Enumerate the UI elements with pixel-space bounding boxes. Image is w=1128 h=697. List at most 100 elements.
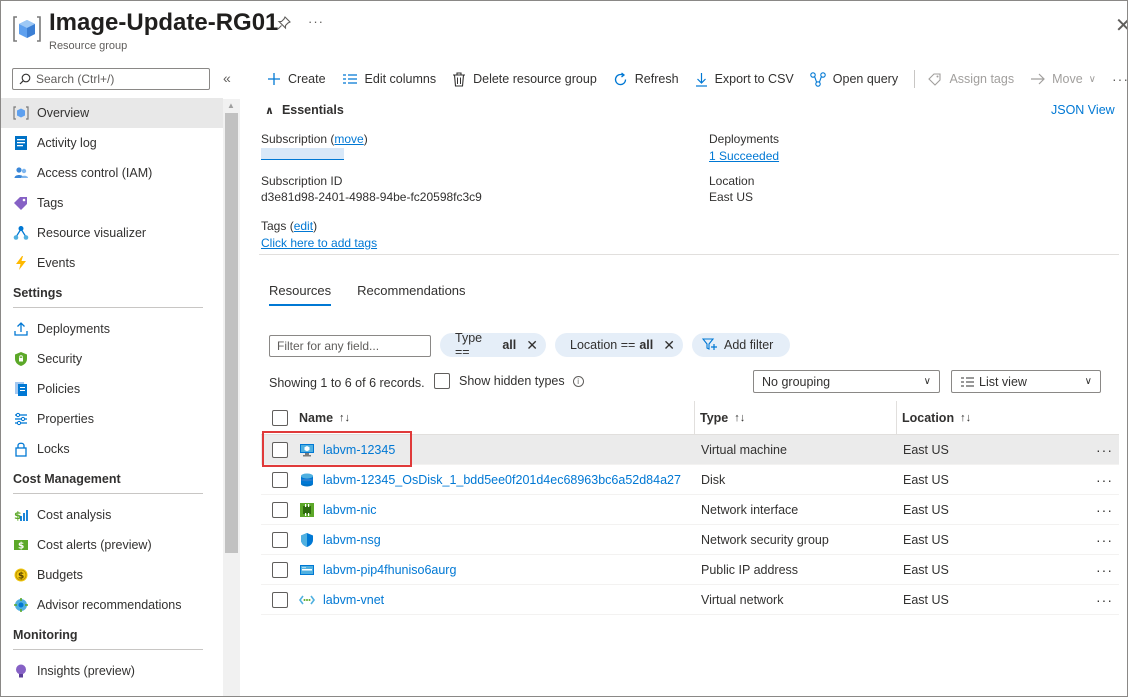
advisor-icon <box>13 597 29 613</box>
close-icon[interactable]: ✕ <box>526 337 538 354</box>
name-column-header[interactable]: Name ↑↓ <box>299 411 694 425</box>
select-all-checkbox[interactable] <box>272 409 288 426</box>
sidebar-item-resource-visualizer[interactable]: Resource visualizer <box>1 218 223 248</box>
location-column-header[interactable]: Location ↑↓ <box>896 401 1096 434</box>
plus-icon <box>267 72 281 86</box>
delete-resource-group-button[interactable]: Delete resource group <box>452 71 597 87</box>
row-more-button[interactable]: ··· <box>1096 502 1113 518</box>
location-filter-pill[interactable]: Location == all ✕ <box>555 333 683 357</box>
toolbar-more-button[interactable]: ··· <box>1112 71 1127 87</box>
tab-recommendations[interactable]: Recommendations <box>357 283 465 306</box>
sidebar-item-security[interactable]: Security <box>1 344 223 374</box>
show-hidden-types[interactable]: Show hidden types i <box>434 373 584 389</box>
pin-icon[interactable] <box>277 16 291 30</box>
row-more-button[interactable]: ··· <box>1096 562 1113 578</box>
open-query-button[interactable]: Open query <box>810 71 898 87</box>
json-view-link[interactable]: JSON View <box>1051 103 1115 117</box>
grouping-dropdown[interactable]: No grouping ∨ <box>753 370 940 393</box>
move-subscription-link[interactable]: move <box>334 132 363 146</box>
sidebar-item-locks[interactable]: Locks <box>1 434 223 464</box>
edit-tags-link[interactable]: edit <box>294 219 313 233</box>
row-more-button[interactable]: ··· <box>1096 442 1113 458</box>
resource-name-link[interactable]: labvm-12345_OsDisk_1_bdd5ee0f201d4ec6896… <box>323 473 681 487</box>
sidebar-item-properties[interactable]: Properties <box>1 404 223 434</box>
table-row[interactable]: labvm-12345_OsDisk_1_bdd5ee0f201d4ec6896… <box>261 465 1119 495</box>
search-placeholder: Search (Ctrl+/) <box>36 72 115 86</box>
resource-name-link[interactable]: labvm-pip4fhuniso6aurg <box>323 563 456 577</box>
export-csv-button[interactable]: Export to CSV <box>695 72 794 87</box>
table-row[interactable]: labvm-pip4fhuniso6aurg Public IP address… <box>261 555 1119 585</box>
vnet-icon <box>299 592 315 608</box>
sidebar-item-insights[interactable]: Insights (preview) <box>1 656 223 686</box>
policy-icon <box>13 381 29 397</box>
move-button[interactable]: Move ∨ <box>1030 72 1096 86</box>
add-filter-button[interactable]: Add filter <box>692 333 790 357</box>
assign-tags-button[interactable]: Assign tags <box>928 72 1014 86</box>
essentials-toggle[interactable]: ∧ Essentials <box>265 103 344 117</box>
svg-text:$: $ <box>18 572 24 582</box>
list-view-icon <box>960 377 975 387</box>
resource-name-link[interactable]: labvm-vnet <box>323 593 384 607</box>
create-button[interactable]: Create <box>267 72 326 86</box>
chevron-down-icon: ∨ <box>923 376 931 387</box>
sidebar-item-label: Advisor recommendations <box>37 598 182 612</box>
delete-resource-group-label: Delete resource group <box>473 72 597 86</box>
row-more-button[interactable]: ··· <box>1096 532 1113 548</box>
assign-tags-label: Assign tags <box>949 72 1015 86</box>
close-button[interactable]: ✕ <box>1115 13 1127 38</box>
info-icon[interactable]: i <box>572 375 584 387</box>
sidebar-item-label: Events <box>37 256 76 270</box>
view-dropdown[interactable]: List view ∨ <box>951 370 1101 393</box>
svg-text:$: $ <box>18 542 24 552</box>
refresh-button[interactable]: Refresh <box>613 71 679 87</box>
sidebar-item-label: Activity log <box>37 136 97 150</box>
sidebar-search-input[interactable]: Search (Ctrl+/) <box>12 68 210 90</box>
row-checkbox[interactable] <box>272 561 288 578</box>
sidebar-item-budgets[interactable]: $ Budgets <box>1 560 223 590</box>
row-checkbox[interactable] <box>272 471 288 488</box>
close-icon[interactable]: ✕ <box>663 337 675 354</box>
table-row[interactable]: labvm-vnet Virtual network East US ··· <box>261 585 1119 615</box>
sidebar-item-cost-alerts[interactable]: $ Cost alerts (preview) <box>1 530 223 560</box>
scroll-up-arrow-icon[interactable]: ▲ <box>227 101 235 110</box>
sidebar-item-overview[interactable]: Overview <box>1 98 223 128</box>
tab-resources[interactable]: Resources <box>269 283 332 306</box>
type-filter-pill[interactable]: Type == all ✕ <box>440 331 546 359</box>
sidebar-item-tags[interactable]: Tags <box>1 188 223 218</box>
resource-location: East US <box>903 472 949 487</box>
row-checkbox[interactable] <box>272 531 288 548</box>
sidebar-item-events[interactable]: Events <box>1 248 223 278</box>
subscription-value-redacted[interactable] <box>261 148 344 160</box>
type-column-header[interactable]: Type ↑↓ <box>694 401 896 434</box>
row-checkbox[interactable] <box>272 591 288 608</box>
table-row[interactable]: labvm-nsg Network security group East US… <box>261 525 1119 555</box>
row-more-button[interactable]: ··· <box>1096 472 1113 488</box>
filter-input[interactable]: Filter for any field... <box>269 335 431 357</box>
sidebar-item-deployments[interactable]: Deployments <box>1 314 223 344</box>
header-more-button[interactable]: ··· <box>308 14 324 29</box>
sidebar-item-cost-analysis[interactable]: $ Cost analysis <box>1 500 223 530</box>
resource-group-icon <box>13 16 41 42</box>
resource-name-link[interactable]: labvm-nic <box>323 503 377 517</box>
subscription-label: Subscription (move) <box>261 132 368 146</box>
row-more-button[interactable]: ··· <box>1096 592 1113 608</box>
collapse-sidebar-button[interactable]: « <box>223 70 231 86</box>
deployments-link[interactable]: 1 Succeeded <box>709 149 779 163</box>
sidebar-item-activity-log[interactable]: Activity log <box>1 128 223 158</box>
sidebar-scrollbar[interactable]: ▲ <box>223 99 240 696</box>
name-header-label: Name <box>299 410 334 425</box>
edit-columns-button[interactable]: Edit columns <box>342 72 436 86</box>
sidebar-item-policies[interactable]: Policies <box>1 374 223 404</box>
show-hidden-checkbox[interactable] <box>434 373 450 389</box>
sidebar-item-access-control[interactable]: Access control (IAM) <box>1 158 223 188</box>
table-row[interactable]: labvm-nic Network interface East US ··· <box>261 495 1119 525</box>
add-tags-link[interactable]: Click here to add tags <box>261 236 377 250</box>
resource-name-link[interactable]: labvm-nsg <box>323 533 381 547</box>
row-checkbox[interactable] <box>272 501 288 518</box>
sidebar-section-monitoring: Monitoring <box>13 620 203 650</box>
move-label: Move <box>1052 72 1083 86</box>
chevron-down-icon: ∨ <box>1084 376 1092 387</box>
scrollbar-thumb[interactable] <box>225 113 238 553</box>
tag-icon <box>13 195 29 211</box>
sidebar-item-advisor-recommendations[interactable]: Advisor recommendations <box>1 590 223 620</box>
